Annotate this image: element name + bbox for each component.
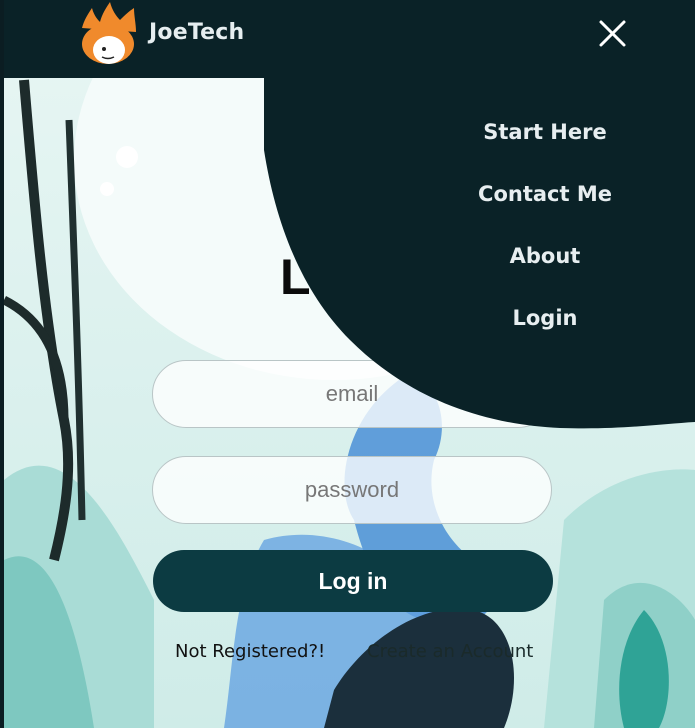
create-account-link[interactable]: Create an Account — [367, 641, 533, 662]
close-icon[interactable] — [592, 14, 632, 54]
menu-item-login[interactable]: Login — [440, 296, 650, 358]
login-title: Log in — [280, 249, 430, 305]
not-registered-text: Not Registered?! — [175, 641, 326, 662]
password-field[interactable] — [152, 456, 552, 524]
top-navbar: JoeTech — [4, 0, 695, 78]
window-frame — [0, 0, 4, 728]
login-button[interactable]: Log in — [153, 550, 553, 612]
menu-item-contact-me[interactable]: Contact Me — [440, 172, 650, 234]
email-field[interactable] — [152, 360, 552, 428]
brand-name[interactable]: JoeTech — [149, 20, 244, 45]
nav-menu: Start Here Contact Me About Login — [440, 110, 650, 358]
menu-item-start-here[interactable]: Start Here — [440, 110, 650, 172]
menu-item-about[interactable]: About — [440, 234, 650, 296]
brand-logo-icon[interactable] — [74, 2, 142, 68]
